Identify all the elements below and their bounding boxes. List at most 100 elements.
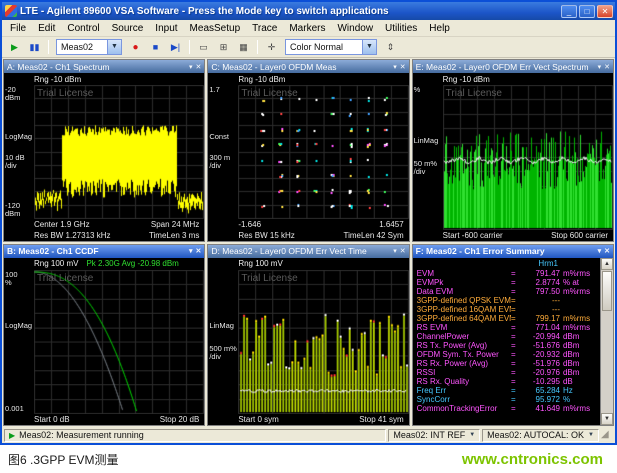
status-ref-cell[interactable]: Meas02: INT REF ▼ (388, 429, 480, 442)
panel-menu-icon[interactable]: ▾ (189, 63, 193, 71)
status-ref: Meas02: INT REF (393, 430, 465, 440)
site-watermark: www.cntronics.com (462, 451, 603, 468)
error-summary-row: OFDM Sym. Tx. Power=-20.932dBm (417, 350, 600, 359)
layout-quad-button[interactable]: ⊞ (214, 39, 233, 56)
panel-close-icon[interactable]: ✕ (604, 63, 610, 71)
ccdf-plot[interactable] (34, 270, 204, 415)
panel-b-ccdf: B: Meas02 - Ch1 CCDF ▾✕ Rng 100 mV Pk 2.… (3, 244, 205, 427)
menu-file[interactable]: File (4, 22, 32, 35)
panel-close-icon[interactable]: ✕ (400, 247, 406, 255)
play-icon: ▶ (11, 43, 18, 52)
pause-icon: ▮▮ (30, 43, 40, 52)
error-summary-row: EVM=791.47m%rms (417, 269, 600, 278)
constellation-plot[interactable] (238, 85, 408, 219)
menu-edit[interactable]: Edit (32, 22, 61, 35)
panel-a-titlebar[interactable]: A: Meas02 - Ch1 Spectrum ▾✕ (4, 60, 204, 73)
autoscale-button[interactable]: ⇕ (381, 39, 400, 56)
panel-grid: A: Meas02 - Ch1 Spectrum ▾✕ Rng -10 dBm … (2, 58, 615, 427)
x-axis-labels: -1.6461.6457 Res BW 15 kHzTimeLen 42 Sym (208, 219, 408, 241)
status-autocal-cell[interactable]: Meas02: AUTOCAL: OK ▼ (482, 429, 599, 442)
panel-a-spectrum: A: Meas02 - Ch1 Spectrum ▾✕ Rng -10 dBm … (3, 59, 205, 242)
marker-button[interactable]: ✛ (262, 39, 281, 56)
record-button[interactable]: ● (126, 39, 145, 56)
chevron-down-icon[interactable]: ▼ (362, 40, 376, 54)
panel-menu-icon[interactable]: ▾ (598, 247, 602, 255)
panel-close-icon[interactable]: ✕ (604, 247, 610, 255)
stop-button[interactable]: ■ (146, 39, 165, 56)
minimize-button[interactable]: _ (561, 5, 577, 18)
range-label: Rng -10 dBm (238, 75, 285, 84)
chevron-down-icon[interactable]: ▼ (588, 432, 594, 438)
layout-grid-icon: ▦ (239, 43, 248, 52)
y-axis-labels: LinMag 500 m%/div (208, 270, 238, 415)
y-axis-labels: -20dBm LogMag 10 dB/div -120dBm (4, 85, 34, 219)
error-summary-row: SyncCorr=95.972% (417, 395, 600, 404)
menu-help[interactable]: Help (423, 22, 456, 35)
panel-a-title: A: Meas02 - Ch1 Spectrum (7, 62, 110, 72)
chevron-down-icon[interactable]: ▼ (107, 40, 121, 54)
scrollbar-track[interactable] (601, 312, 613, 414)
layout-single-button[interactable]: ▭ (194, 39, 213, 56)
panel-menu-icon[interactable]: ▾ (189, 247, 193, 255)
panel-close-icon[interactable]: ✕ (195, 63, 201, 71)
menu-control[interactable]: Control (61, 22, 105, 35)
window-titlebar[interactable]: LTE - Agilent 89600 VSA Software - Press… (2, 2, 615, 20)
layout-grid-button[interactable]: ▦ (234, 39, 253, 56)
resize-grip[interactable]: ◢ (601, 429, 613, 441)
x-axis-labels: Start -600 carrierStop 600 carrier (413, 230, 613, 241)
errvect-spectrum-plot[interactable] (443, 85, 613, 230)
panel-menu-icon[interactable]: ▾ (393, 63, 397, 71)
panel-f-error-summary: F: Meas02 - Ch1 Error Summary ▾✕ Hrm1 EV… (412, 244, 614, 427)
panel-c-constellation: C: Meas02 - Layer0 OFDM Meas ▾✕ Rng -10 … (207, 59, 409, 242)
errvect-time-plot[interactable] (238, 270, 408, 415)
pause-button[interactable]: ▮▮ (25, 39, 44, 56)
panel-d-titlebar[interactable]: D: Meas02 - Layer0 OFDM Err Vect Time ▾✕ (208, 245, 408, 258)
scrollbar-thumb[interactable] (602, 271, 612, 311)
panel-menu-icon[interactable]: ▾ (393, 247, 397, 255)
error-summary-body: EVM=791.47m%rmsEVMPk=2.8774% atData EVM=… (417, 269, 600, 413)
peak-average-readout: Pk 2.30G Avg -20.98 dBm (86, 259, 178, 268)
spectrum-plot[interactable] (34, 85, 204, 219)
measurement-select[interactable]: Meas02 ▼ (56, 39, 122, 55)
error-summary-table: Hrm1 EVM=791.47m%rmsEVMPk=2.8774% atData… (413, 258, 600, 426)
maximize-button[interactable]: □ (579, 5, 595, 18)
panel-f-title: F: Meas02 - Ch1 Error Summary (416, 246, 545, 256)
error-summary-row: CommonTrackingError=41.649m%rms (417, 404, 600, 413)
menu-input[interactable]: Input (149, 22, 183, 35)
step-icon: ▶| (171, 43, 180, 52)
summary-scrollbar[interactable]: ▲ ▼ (600, 258, 613, 426)
error-summary-row: 3GPP-defined 16QAM EVM=--- (417, 305, 600, 314)
menu-meassetup[interactable]: MeasSetup (184, 22, 247, 35)
range-label: Rng -10 dBm (34, 75, 81, 84)
panel-c-titlebar[interactable]: C: Meas02 - Layer0 OFDM Meas ▾✕ (208, 60, 408, 73)
menu-source[interactable]: Source (106, 22, 150, 35)
toolbar-separator (257, 40, 258, 54)
x-axis-labels: Start 0 symStop 41 sym (208, 414, 408, 425)
caption-strip: 图6 .3GPP EVM测量 www.cntronics.com (0, 445, 617, 473)
panel-close-icon[interactable]: ✕ (400, 63, 406, 71)
menu-trace[interactable]: Trace (246, 22, 283, 35)
panel-menu-icon[interactable]: ▾ (598, 63, 602, 71)
close-button[interactable]: ✕ (597, 5, 613, 18)
scroll-down-icon[interactable]: ▼ (601, 413, 613, 425)
color-select[interactable]: Color Normal ▼ (285, 39, 377, 55)
panel-e-titlebar[interactable]: E: Meas02 - Layer0 OFDM Err Vect Spectru… (413, 60, 613, 73)
screenshot-root: LTE - Agilent 89600 VSA Software - Press… (0, 0, 617, 473)
menu-markers[interactable]: Markers (283, 22, 331, 35)
play-button[interactable]: ▶ (5, 39, 24, 56)
panel-b-titlebar[interactable]: B: Meas02 - Ch1 CCDF ▾✕ (4, 245, 204, 258)
scroll-up-icon[interactable]: ▲ (601, 258, 613, 270)
chevron-down-icon[interactable]: ▼ (469, 432, 475, 438)
layout-single-icon: ▭ (199, 43, 208, 52)
window-controls: _ □ ✕ (561, 5, 613, 18)
menu-utilities[interactable]: Utilities (379, 22, 423, 35)
error-summary-row: RSSI=-20.976dBm (417, 368, 600, 377)
panel-close-icon[interactable]: ✕ (195, 247, 201, 255)
toolbar: ▶ ▮▮ Meas02 ▼ ● ■ ▶| ▭ ⊞ ▦ ✛ Color Norma… (2, 37, 615, 58)
window-title: LTE - Agilent 89600 VSA Software - Press… (20, 6, 557, 17)
menu-window[interactable]: Window (331, 22, 379, 35)
error-summary-row: RS Rx. Power (Avg)=-51.976dBm (417, 359, 600, 368)
step-button[interactable]: ▶| (166, 39, 185, 56)
panel-f-titlebar[interactable]: F: Meas02 - Ch1 Error Summary ▾✕ (413, 245, 613, 258)
status-message-cell: ▶ Meas02: Measurement running (4, 429, 386, 442)
